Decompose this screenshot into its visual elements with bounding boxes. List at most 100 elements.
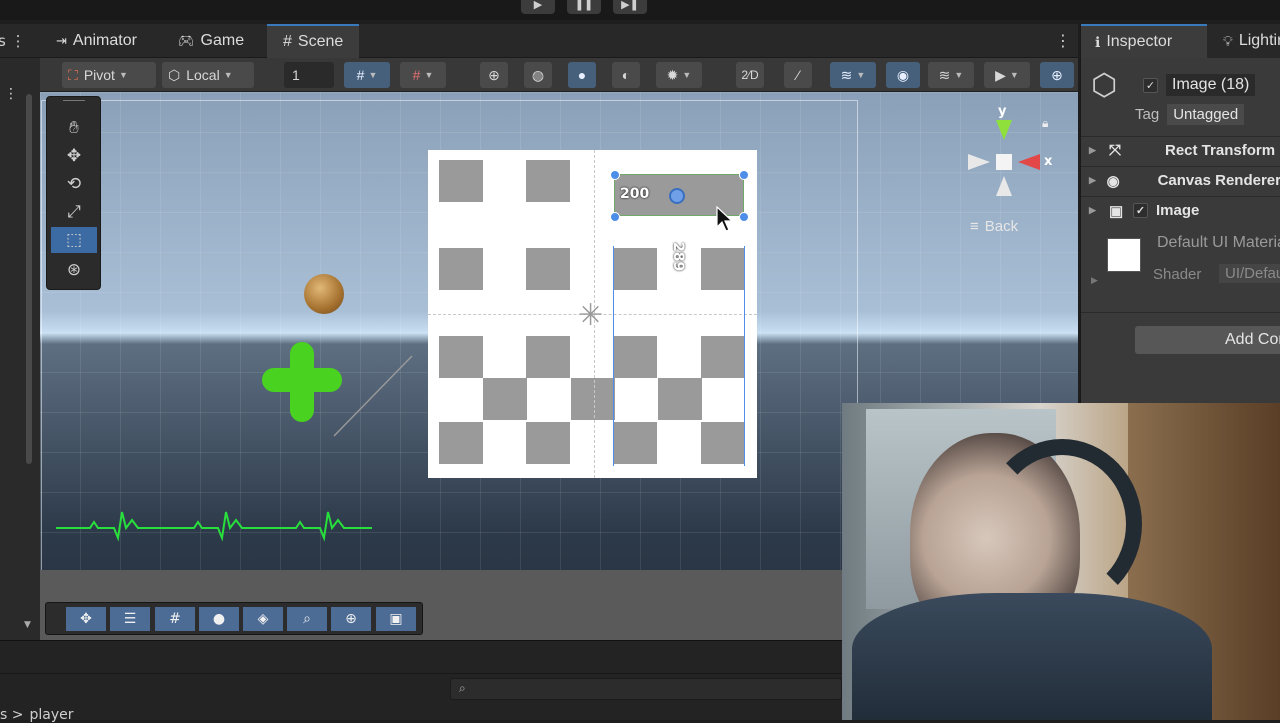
grid-cell[interactable] (439, 248, 483, 290)
grid-cell[interactable] (613, 248, 657, 290)
resize-handle[interactable] (610, 170, 620, 180)
grid-cell[interactable] (701, 336, 745, 378)
transform-tool[interactable]: ⊛ (51, 257, 97, 283)
overlay-search-button[interactable]: ⌕ (287, 607, 327, 631)
gizmo-center[interactable] (996, 154, 1012, 170)
expand-arrow-icon[interactable]: ▶ (1089, 175, 1101, 186)
overlay-camera-button[interactable]: ▣ (376, 607, 416, 631)
scene-gizmo[interactable]: y x 🔒︎ (960, 102, 1060, 222)
grid-cell[interactable] (571, 378, 615, 420)
rect-tool[interactable]: ⬚ (51, 227, 97, 253)
expand-arrow-icon[interactable]: ▶ (1089, 145, 1103, 156)
axis-negx-cone[interactable] (968, 154, 990, 170)
pause-button[interactable]: ❚❚ (567, 0, 601, 14)
tab-lighting[interactable]: 💡︎ Lighting (1223, 24, 1280, 58)
grid-cell[interactable] (526, 248, 570, 290)
effects-button[interactable]: ≋ ▼ (830, 62, 876, 88)
component-rect-transform[interactable]: ▶ ⤧ Rect Transform (1081, 136, 1280, 164)
palette-handle[interactable] (63, 100, 85, 101)
grid-cell[interactable] (613, 336, 657, 378)
rotate-tool[interactable]: ⟲ (51, 171, 97, 197)
scroll-down-icon[interactable]: ▼ (24, 620, 31, 630)
tag-dropdown[interactable]: Untagged (1167, 104, 1245, 125)
axis-x-cone[interactable] (1018, 154, 1040, 170)
shaded-wire-button[interactable]: ◍ (524, 62, 552, 88)
2d-toggle-button[interactable]: 2⁄D (736, 62, 764, 88)
resize-handle[interactable] (739, 170, 749, 180)
add-component-button[interactable]: Add Component (1135, 326, 1280, 354)
menu-dots-icon[interactable]: ⋮ (4, 86, 18, 102)
grid-cell[interactable] (439, 160, 483, 202)
grid-cell[interactable] (439, 336, 483, 378)
tab-game[interactable]: 🎮︎ Game (178, 24, 244, 58)
grid-cell[interactable] (483, 378, 527, 420)
gizmo-icon: ⊕ (345, 611, 357, 627)
breadcrumb-item[interactable]: player (29, 707, 73, 723)
pivot-dropdown[interactable]: ⛶ Pivot ▼ (62, 62, 156, 88)
step-button[interactable]: ▶❚ (613, 0, 647, 14)
camera-button[interactable]: ▶︎ ▼ (984, 62, 1030, 88)
image-enabled-checkbox[interactable]: ✓ (1133, 203, 1148, 218)
pivot-handle[interactable] (669, 188, 685, 204)
grid-cell[interactable] (701, 422, 745, 464)
play-button[interactable]: ▶ (521, 0, 555, 14)
axis-y-cone[interactable] (996, 120, 1012, 140)
health-plus-vertical[interactable] (290, 342, 314, 422)
resize-handle[interactable] (610, 212, 620, 222)
tab-animator[interactable]: ⇥ Animator (56, 24, 137, 58)
audio-toggle-button[interactable]: ⁄ (784, 62, 812, 88)
scrollbar[interactable] (26, 94, 32, 464)
tab-overflow-icon[interactable]: s ⋮ (0, 32, 26, 50)
grid-snap-button[interactable]: # ▼ (344, 62, 390, 88)
overlay-gizmo-button[interactable]: ⊕ (331, 607, 371, 631)
tab-inspector[interactable]: ℹ Inspector (1081, 24, 1207, 58)
resize-handle[interactable] (739, 212, 749, 222)
axis-negy-cone[interactable] (996, 176, 1012, 196)
expand-arrow-icon[interactable]: ▶ (1089, 205, 1103, 216)
wireframe-button[interactable]: ⊕ (480, 62, 508, 88)
gizmos-button[interactable]: ⊕ (1040, 62, 1074, 88)
lock-icon[interactable]: 🔒︎ (1042, 116, 1048, 131)
grid-cell[interactable] (613, 422, 657, 464)
object-name-field[interactable]: Image (18) (1166, 74, 1256, 96)
lighting-button[interactable]: ✹ ▼ (656, 62, 702, 88)
walnut-sprite[interactable] (304, 274, 344, 314)
layers-button[interactable]: ≋ ▼ (928, 62, 974, 88)
grid-cell[interactable] (701, 248, 745, 290)
shader-dropdown[interactable]: UI/Default (1219, 264, 1280, 283)
active-checkbox[interactable]: ✓ (1143, 77, 1158, 93)
anchor-icon[interactable]: ✳ (578, 298, 603, 333)
grid-cell[interactable] (658, 378, 702, 420)
component-canvas-renderer[interactable]: ▶ ◉ Canvas Renderer (1081, 166, 1280, 194)
space-dropdown[interactable]: ⬡ Local ▼ (162, 62, 254, 88)
grid-cell[interactable] (439, 422, 483, 464)
project-search-input[interactable]: ⌕ (450, 678, 842, 700)
overlay-settings-button[interactable]: ☰ (110, 607, 150, 631)
expand-arrow-icon[interactable]: ▶ (1091, 276, 1098, 286)
projection-toggle[interactable]: ≡ Back (970, 218, 1018, 235)
shaded-button[interactable]: ● (568, 62, 596, 88)
snap-grid-icon: # (412, 67, 421, 83)
overlay-grid-button[interactable]: # (155, 607, 195, 631)
grid-cell[interactable] (526, 422, 570, 464)
hand-tool[interactable]: ✋︎ (51, 115, 97, 141)
grid-size-field[interactable]: 1 (284, 62, 334, 88)
visibility-button[interactable]: ◉ (886, 62, 920, 88)
ui-canvas-panel[interactable]: 200 289 ✳ (428, 150, 757, 478)
grid-cell[interactable] (526, 160, 570, 202)
material-preview[interactable] (1107, 238, 1141, 272)
component-label: Canvas Renderer (1157, 172, 1280, 189)
eye-icon: ◉ (896, 66, 910, 83)
overlay-layers-button[interactable]: ◈ (243, 607, 283, 631)
component-image[interactable]: ▶ ▣ ✓ Image (1081, 196, 1280, 224)
overlay-move-button[interactable]: ✥ (66, 607, 106, 631)
scale-tool[interactable]: ⤢ (51, 199, 97, 225)
increment-snap-button[interactable]: # ▼ (400, 62, 446, 88)
overlay-shading-button[interactable]: ● (199, 607, 239, 631)
move-tool[interactable]: ✥ (51, 143, 97, 169)
breadcrumb[interactable]: s > player (0, 707, 74, 723)
grid-cell[interactable] (526, 336, 570, 378)
unlit-button[interactable]: ◐ (612, 62, 640, 88)
tab-scene[interactable]: # Scene (267, 24, 360, 58)
tab-menu-icon[interactable]: ⋮ (1055, 31, 1071, 50)
